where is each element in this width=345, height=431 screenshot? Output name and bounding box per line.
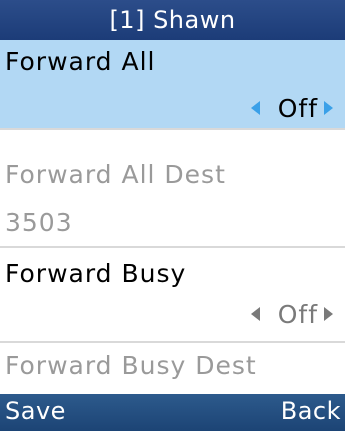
menu-item-forward-all-dest[interactable]: Forward All Dest 3503: [0, 153, 345, 248]
arrow-right-icon[interactable]: [324, 307, 333, 321]
arrow-left-icon[interactable]: [250, 307, 260, 321]
back-softkey[interactable]: Back: [281, 397, 341, 425]
menu-item-forward-all[interactable]: Forward All Off: [0, 40, 345, 130]
phone-screen: [1] Shawn Forward All Off Forward All De…: [0, 0, 345, 431]
forward-all-label: Forward All: [5, 47, 156, 76]
menu-item-forward-busy[interactable]: Forward Busy Off: [0, 250, 345, 343]
forward-all-value: Off: [277, 93, 318, 123]
forward-busy-label: Forward Busy: [5, 259, 187, 288]
softkey-bar: Save Back: [0, 394, 345, 431]
forward-all-dest-label: Forward All Dest: [5, 160, 226, 189]
title-bar: [1] Shawn: [0, 0, 345, 40]
forward-busy-value: Off: [277, 299, 318, 329]
line-title: [1] Shawn: [109, 6, 236, 34]
forward-all-dest-value: 3503: [5, 208, 73, 237]
arrow-right-icon[interactable]: [324, 101, 333, 115]
forward-busy-stepper[interactable]: Off: [250, 299, 333, 329]
save-softkey[interactable]: Save: [5, 397, 66, 425]
forward-all-stepper[interactable]: Off: [250, 93, 333, 123]
forward-busy-dest-label: Forward Busy Dest: [5, 351, 257, 380]
menu-item-forward-busy-dest[interactable]: Forward Busy Dest: [0, 343, 345, 394]
arrow-left-icon[interactable]: [250, 101, 260, 115]
